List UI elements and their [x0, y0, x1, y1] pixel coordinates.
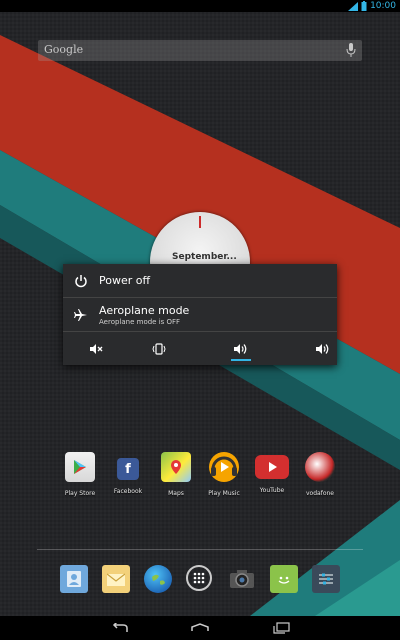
power-icon: [75, 274, 87, 287]
signal-icon: [348, 1, 359, 11]
vibrate-icon: [152, 342, 166, 355]
facebook-icon: f: [117, 458, 139, 480]
volume-alt-icon: [316, 343, 329, 354]
app-label: vodafone: [306, 490, 334, 497]
sound-on-button[interactable]: [207, 332, 275, 365]
recents-icon: [273, 622, 290, 634]
home-button[interactable]: [185, 620, 215, 636]
contacts-icon[interactable]: [60, 565, 88, 593]
status-bar: 10:00: [0, 0, 400, 12]
app-label: Facebook: [113, 488, 143, 495]
app-label: YouTube: [259, 487, 285, 494]
power-options-dialog: Power off Aeroplane mode Aeroplane mode …: [63, 264, 337, 365]
power-off-label: Power off: [99, 274, 151, 287]
settings-icon[interactable]: [312, 565, 340, 593]
recents-button[interactable]: [266, 620, 296, 636]
app-play-store[interactable]: Play Store: [55, 452, 105, 497]
email-icon[interactable]: [102, 565, 130, 593]
aeroplane-mode-option[interactable]: Aeroplane mode Aeroplane mode is OFF: [63, 298, 337, 332]
app-vodafone[interactable]: vodafone: [295, 452, 345, 497]
volume-icon: [234, 343, 247, 354]
sound-mode-row: [63, 332, 337, 365]
all-apps-icon[interactable]: [186, 565, 212, 591]
clock-date-label: September...: [172, 252, 237, 262]
home-icon: [191, 623, 209, 631]
power-off-option[interactable]: Power off: [63, 264, 337, 298]
navigation-bar: [0, 616, 400, 640]
aeroplane-mode-label: Aeroplane mode: [99, 303, 190, 317]
camera-icon[interactable]: [228, 565, 256, 593]
status-time: 10:00: [370, 1, 396, 11]
app-label: Play Music: [208, 490, 240, 497]
maps-icon: [161, 452, 191, 482]
vibrate-button[interactable]: [125, 332, 193, 365]
aeroplane-mode-status: Aeroplane mode is OFF: [99, 317, 181, 326]
browser-icon[interactable]: [144, 565, 172, 593]
back-icon: [112, 623, 128, 632]
mic-icon[interactable]: [346, 43, 356, 57]
vodafone-icon: [305, 452, 335, 482]
back-button[interactable]: [105, 620, 135, 636]
mute-icon: [90, 343, 103, 354]
youtube-icon: [255, 455, 289, 479]
app-youtube[interactable]: YouTube: [247, 452, 297, 494]
messaging-icon[interactable]: [270, 565, 298, 593]
play-music-icon: [209, 452, 239, 482]
sound-alt-button[interactable]: [289, 332, 357, 365]
google-search-bar[interactable]: Google: [38, 40, 362, 61]
clock-hand: [199, 216, 201, 228]
battery-icon: [361, 1, 367, 11]
play-store-icon: [65, 452, 95, 482]
app-facebook[interactable]: f Facebook: [103, 452, 153, 495]
app-maps[interactable]: Maps: [151, 452, 201, 497]
mute-button[interactable]: [63, 332, 131, 365]
app-play-music[interactable]: Play Music: [199, 452, 249, 497]
dock: [0, 565, 400, 595]
google-logo: Google: [44, 43, 84, 56]
aeroplane-icon: [74, 308, 87, 321]
app-label: Maps: [168, 490, 184, 497]
app-label: Play Store: [64, 490, 96, 497]
dock-divider: [37, 549, 363, 550]
